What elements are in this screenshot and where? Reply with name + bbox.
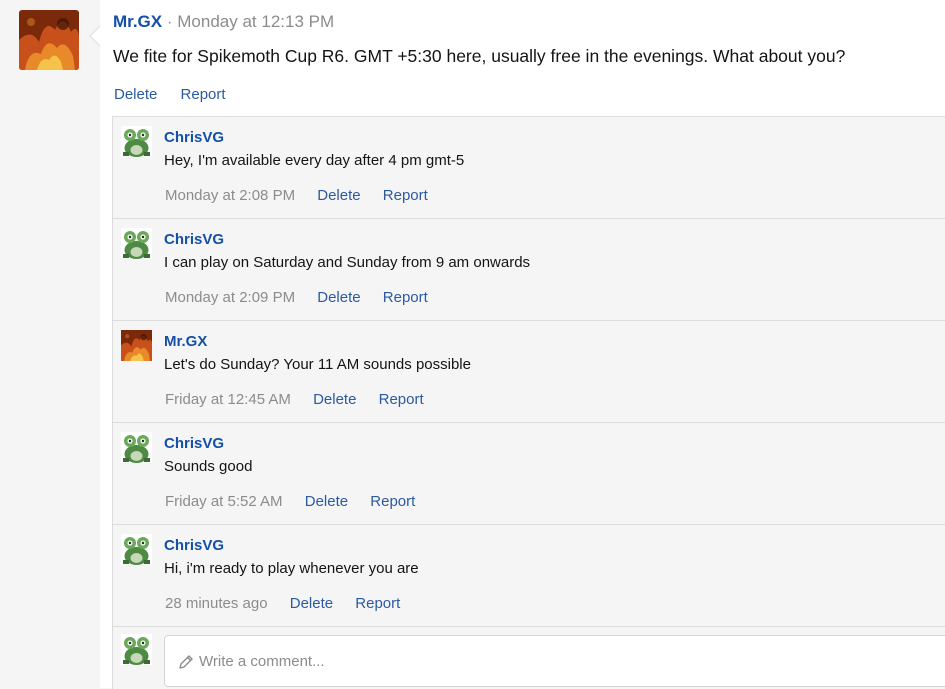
- comment-meta: 28 minutes ago Delete Report: [165, 595, 418, 612]
- comment-text: Let's do Sunday? Your 11 AM sounds possi…: [164, 356, 471, 373]
- comment-report-link[interactable]: Report: [370, 493, 415, 510]
- post-author-name[interactable]: Mr.GX: [113, 12, 162, 31]
- comment-item: ChrisVG I can play on Saturday and Sunda…: [113, 219, 945, 321]
- fire-avatar-image: [19, 10, 79, 70]
- comment-avatar[interactable]: [121, 432, 152, 463]
- comment-report-link[interactable]: Report: [355, 595, 400, 612]
- frog-avatar-image: [121, 634, 152, 665]
- comment-text: Sounds good: [164, 458, 253, 475]
- comment-author[interactable]: ChrisVG: [164, 231, 224, 248]
- post-container: Mr.GX · Monday at 12:13 PM We fite for S…: [100, 0, 945, 689]
- frog-avatar-image: [121, 126, 152, 157]
- comment-delete-link[interactable]: Delete: [317, 289, 360, 306]
- post-pointer-arrow-inner: [91, 26, 101, 46]
- comment-item: ChrisVG Hi, i'm ready to play whenever y…: [113, 525, 945, 627]
- frog-avatar-image: [121, 432, 152, 463]
- comment-item: ChrisVG Hey, I'm available every day aft…: [113, 117, 945, 219]
- post-separator: ·: [166, 12, 173, 31]
- post-delete-link[interactable]: Delete: [114, 86, 157, 103]
- comment-list: ChrisVG Hey, I'm available every day aft…: [112, 116, 945, 689]
- comment-text: Hey, I'm available every day after 4 pm …: [164, 152, 465, 169]
- comment-timestamp[interactable]: Friday at 5:52 AM: [165, 493, 283, 510]
- comment-author[interactable]: ChrisVG: [164, 537, 224, 554]
- post-header: Mr.GX · Monday at 12:13 PM: [113, 12, 334, 32]
- comment-meta: Monday at 2:08 PM Delete Report: [165, 187, 446, 204]
- comment-timestamp[interactable]: Monday at 2:09 PM: [165, 289, 295, 306]
- comment-report-link[interactable]: Report: [379, 391, 424, 408]
- post-report-link[interactable]: Report: [181, 86, 226, 103]
- comment-input-placeholder: Write a comment...: [199, 653, 325, 670]
- comment-avatar[interactable]: [121, 330, 152, 361]
- comment-meta: Friday at 5:52 AM Delete Report: [165, 493, 433, 510]
- comment-text: Hi, i'm ready to play whenever you are: [164, 560, 419, 577]
- comment-delete-link[interactable]: Delete: [313, 391, 356, 408]
- reply-avatar: [121, 634, 152, 665]
- comment-author[interactable]: Mr.GX: [164, 333, 207, 350]
- comment-meta: Monday at 2:09 PM Delete Report: [165, 289, 446, 306]
- post-timestamp[interactable]: Monday at 12:13 PM: [177, 12, 334, 31]
- post-message: We fite for Spikemoth Cup R6. GMT +5:30 …: [113, 46, 846, 66]
- comment-report-link[interactable]: Report: [383, 187, 428, 204]
- frog-avatar-image: [121, 228, 152, 259]
- comment-input[interactable]: Write a comment...: [164, 635, 945, 687]
- comment-text: I can play on Saturday and Sunday from 9…: [164, 254, 531, 271]
- pencil-icon: [179, 655, 193, 669]
- comment-report-link[interactable]: Report: [383, 289, 428, 306]
- comment-delete-link[interactable]: Delete: [317, 187, 360, 204]
- post-author-avatar[interactable]: [19, 10, 79, 70]
- comment-timestamp[interactable]: Monday at 2:08 PM: [165, 187, 295, 204]
- reply-area: Write a comment...: [113, 627, 945, 689]
- frog-avatar-image: [121, 534, 152, 565]
- comment-delete-link[interactable]: Delete: [290, 595, 333, 612]
- comment-delete-link[interactable]: Delete: [305, 493, 348, 510]
- comment-timestamp[interactable]: 28 minutes ago: [165, 595, 268, 612]
- comment-avatar[interactable]: [121, 126, 152, 157]
- comment-item: Mr.GX Let's do Sunday? Your 11 AM sounds…: [113, 321, 945, 423]
- comment-meta: Friday at 12:45 AM Delete Report: [165, 391, 442, 408]
- comment-avatar[interactable]: [121, 228, 152, 259]
- comment-item: ChrisVG Sounds good Friday at 5:52 AM De…: [113, 423, 945, 525]
- comment-avatar[interactable]: [121, 534, 152, 565]
- fire-avatar-image: [121, 330, 152, 361]
- post-actions: Delete Report: [114, 86, 245, 103]
- comment-timestamp[interactable]: Friday at 12:45 AM: [165, 391, 291, 408]
- comment-author[interactable]: ChrisVG: [164, 435, 224, 452]
- comment-author[interactable]: ChrisVG: [164, 129, 224, 146]
